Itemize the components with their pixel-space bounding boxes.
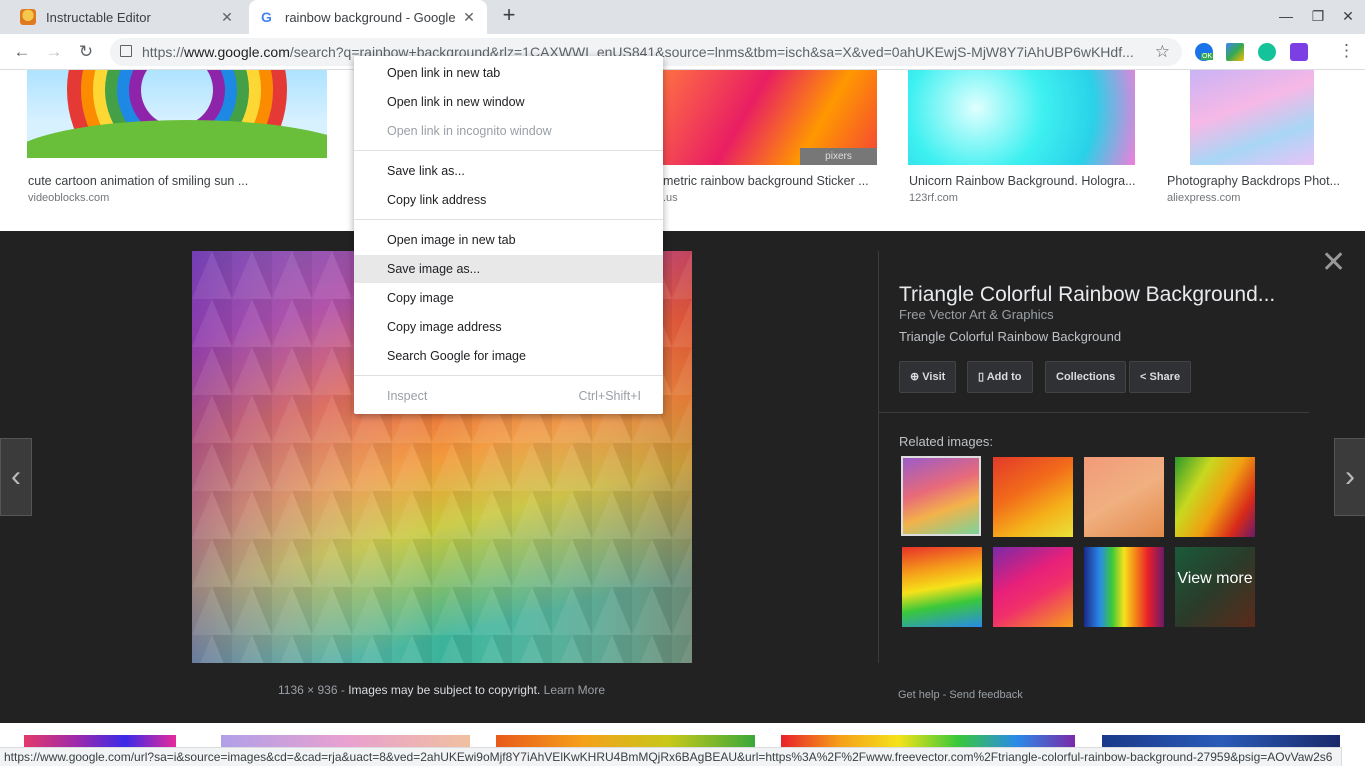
new-tab-icon[interactable]: +: [498, 4, 520, 27]
add-to-button[interactable]: ▯ Add to: [967, 361, 1033, 393]
copyright-notice: Images may be subject to copyright.: [348, 683, 541, 697]
menu-inspect-label: Inspect: [387, 389, 428, 403]
minimize-icon[interactable]: —: [1276, 6, 1296, 26]
send-feedback-link[interactable]: Send feedback: [949, 689, 1022, 701]
collections-label: Collections: [1056, 371, 1116, 383]
result-subtitle: Free Vector Art & Graphics: [899, 307, 1054, 322]
collections-button[interactable]: Collections: [1045, 361, 1127, 393]
page-info-icon[interactable]: [120, 45, 132, 57]
related-thumb[interactable]: [1175, 457, 1255, 537]
grammarly-icon[interactable]: [1258, 43, 1276, 61]
result-image-unicorn-rainbow[interactable]: [908, 70, 1135, 165]
image-results-row: cute cartoon animation of smiling sun ..…: [0, 70, 1365, 231]
chrome-menu-icon[interactable]: ⋮: [1338, 41, 1355, 61]
url-scheme: https://: [142, 44, 185, 60]
menu-save-image-as[interactable]: Save image as...: [354, 255, 663, 283]
image-dimensions: 1136 × 936: [278, 683, 338, 697]
close-window-icon[interactable]: ✕: [1338, 6, 1358, 26]
image-preview-panel: 1136 × 936 - Images may be subject to co…: [0, 231, 1365, 723]
browser-toolbar: ← → ↻ https://www.google.com/search?q=ra…: [0, 34, 1365, 70]
menu-save-link-as[interactable]: Save link as...: [354, 157, 663, 185]
menu-inspect[interactable]: Inspect Ctrl+Shift+I: [354, 382, 663, 410]
google-favicon-icon: G: [261, 9, 272, 25]
add-to-label: Add to: [986, 371, 1022, 383]
footer-links: Get help - Send feedback: [898, 689, 1023, 701]
pixers-watermark: pixers: [800, 148, 877, 165]
menu-copy-link-address[interactable]: Copy link address: [354, 186, 663, 214]
get-help-link[interactable]: Get help: [898, 689, 940, 701]
related-thumb[interactable]: [1084, 457, 1164, 537]
menu-separator: [354, 219, 663, 220]
result-image-photography-backdrop[interactable]: [1190, 70, 1314, 165]
url-domain: www.google.com: [184, 44, 290, 60]
result-image-geometric-rainbow[interactable]: pixers: [663, 70, 877, 165]
menu-open-link-new-window[interactable]: Open link in new window: [354, 88, 663, 116]
menu-open-link-incognito[interactable]: Open link in incognito window: [354, 117, 663, 145]
status-bar-url: https://www.google.com/url?sa=i&source=i…: [0, 747, 1342, 766]
restore-icon[interactable]: ❐: [1308, 6, 1328, 26]
result-description: Triangle Colorful Rainbow Background: [899, 329, 1122, 344]
extension-puzzle-icon[interactable]: [1290, 43, 1308, 61]
share-button[interactable]: < Share: [1129, 361, 1192, 393]
menu-open-link-new-tab[interactable]: Open link in new tab: [354, 59, 663, 87]
svg-text:G: G: [261, 9, 272, 25]
tab-title: rainbow background - Google Search: [285, 9, 455, 25]
menu-copy-image-address[interactable]: Copy image address: [354, 313, 663, 341]
tab-strip: Instructable Editor ✕ G rainbow backgrou…: [0, 0, 1365, 34]
forward-icon[interactable]: →: [43, 41, 65, 63]
info-separator: -: [340, 683, 345, 697]
extension-pen-icon[interactable]: [1226, 43, 1244, 61]
visit-label: Visit: [922, 371, 946, 383]
menu-copy-image[interactable]: Copy image: [354, 284, 663, 312]
footer-separator: -: [942, 689, 947, 701]
result-source: 123rf.com: [909, 192, 958, 204]
result-title[interactable]: Triangle Colorful Rainbow Background...: [899, 283, 1275, 307]
close-tab-icon[interactable]: ✕: [461, 9, 477, 25]
related-images-label: Related images:: [899, 434, 993, 449]
instructables-favicon-icon: [20, 9, 36, 25]
related-thumb[interactable]: [901, 456, 981, 536]
menu-inspect-shortcut: Ctrl+Shift+I: [578, 389, 641, 403]
bookmark-icon: ▯: [978, 371, 987, 383]
menu-separator: [354, 150, 663, 151]
next-image-arrow-icon[interactable]: ›: [1334, 438, 1365, 516]
learn-more-link[interactable]: Learn More: [544, 683, 605, 697]
close-preview-icon[interactable]: ✕: [1321, 248, 1346, 278]
section-divider: [879, 412, 1309, 413]
tab-title: Instructable Editor: [46, 9, 151, 25]
panel-divider: [878, 251, 879, 663]
menu-search-google-for-image[interactable]: Search Google for image: [354, 342, 663, 370]
visit-button[interactable]: ⊕ Visit: [899, 361, 957, 393]
context-menu: Open link in new tab Open link in new wi…: [354, 56, 663, 414]
share-label: Share: [1149, 371, 1181, 383]
related-thumb[interactable]: [1084, 547, 1164, 627]
view-more-button[interactable]: View more: [1175, 547, 1255, 627]
related-thumb[interactable]: [902, 547, 982, 627]
result-caption[interactable]: Unicorn Rainbow Background. Hologra...: [909, 174, 1136, 188]
result-caption[interactable]: cute cartoon animation of smiling sun ..…: [28, 174, 248, 188]
tab-instructable-editor[interactable]: Instructable Editor ✕: [10, 0, 245, 34]
menu-open-image-new-tab[interactable]: Open image in new tab: [354, 226, 663, 254]
bookmark-star-icon[interactable]: ☆: [1155, 42, 1170, 62]
result-source: .us: [663, 192, 678, 204]
extension-badge: OK: [1201, 53, 1214, 60]
back-icon[interactable]: ←: [11, 41, 33, 63]
related-thumb[interactable]: [993, 457, 1073, 537]
close-tab-icon[interactable]: ✕: [219, 9, 235, 25]
extension-ok-icon[interactable]: OK: [1195, 43, 1214, 61]
image-info: 1136 × 936 - Images may be subject to co…: [278, 683, 605, 697]
tab-google-search[interactable]: G rainbow background - Google Search ✕: [249, 0, 487, 34]
previous-image-arrow-icon[interactable]: ‹: [0, 438, 32, 516]
globe-icon: ⊕: [910, 371, 923, 383]
menu-separator: [354, 375, 663, 376]
result-source: aliexpress.com: [1167, 192, 1241, 204]
result-source: videoblocks.com: [28, 192, 110, 204]
related-thumb[interactable]: [993, 547, 1073, 627]
result-caption[interactable]: metric rainbow background Sticker ...: [663, 174, 869, 188]
reload-icon[interactable]: ↻: [75, 41, 97, 63]
result-caption[interactable]: Photography Backdrops Phot...: [1167, 174, 1340, 188]
result-image-rainbow-cartoon[interactable]: [27, 70, 327, 158]
